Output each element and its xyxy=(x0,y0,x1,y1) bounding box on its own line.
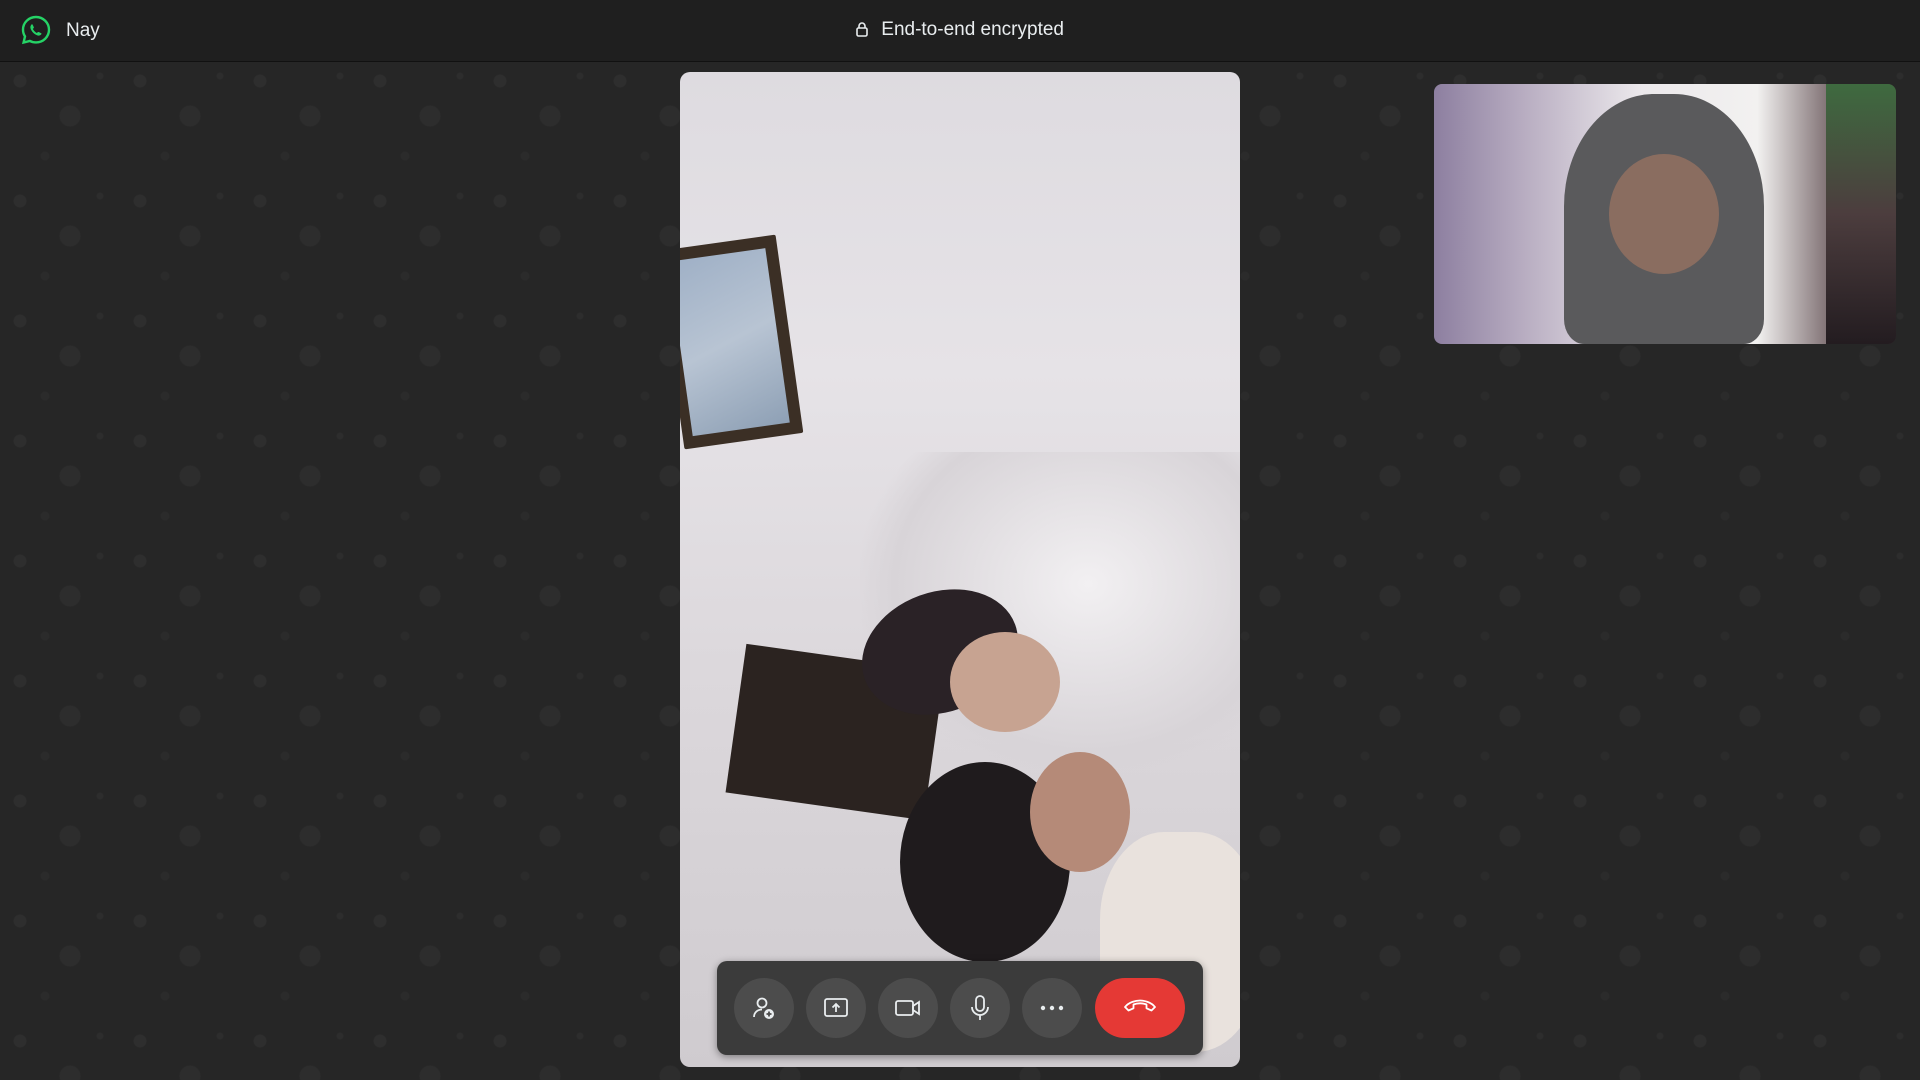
more-options-icon xyxy=(1040,1005,1064,1011)
title-bar: Nay End-to-end encrypted xyxy=(0,0,1920,62)
encryption-status: End-to-end encrypted xyxy=(0,19,1920,43)
video-camera-icon xyxy=(894,998,922,1018)
microphone-icon xyxy=(970,994,990,1022)
camera-toggle-button[interactable] xyxy=(878,978,938,1038)
end-call-button[interactable] xyxy=(1095,978,1185,1038)
background-clothes xyxy=(1826,84,1896,344)
self-video-preview[interactable] xyxy=(1434,84,1896,344)
self-face xyxy=(1609,154,1719,274)
person-face xyxy=(950,632,1060,732)
encryption-label: End-to-end encrypted xyxy=(881,19,1064,40)
more-options-button[interactable] xyxy=(1022,978,1082,1038)
call-controls-bar xyxy=(717,961,1203,1055)
hang-up-icon xyxy=(1123,998,1157,1019)
wall-picture-frame xyxy=(680,234,804,450)
microphone-toggle-button[interactable] xyxy=(950,978,1010,1038)
add-person-icon xyxy=(751,995,777,1021)
add-participant-button[interactable] xyxy=(734,978,794,1038)
remote-video-feed xyxy=(680,72,1240,1067)
person-face-2 xyxy=(1030,752,1130,872)
lock-icon xyxy=(856,21,868,43)
share-screen-icon xyxy=(823,997,849,1019)
share-screen-button[interactable] xyxy=(806,978,866,1038)
